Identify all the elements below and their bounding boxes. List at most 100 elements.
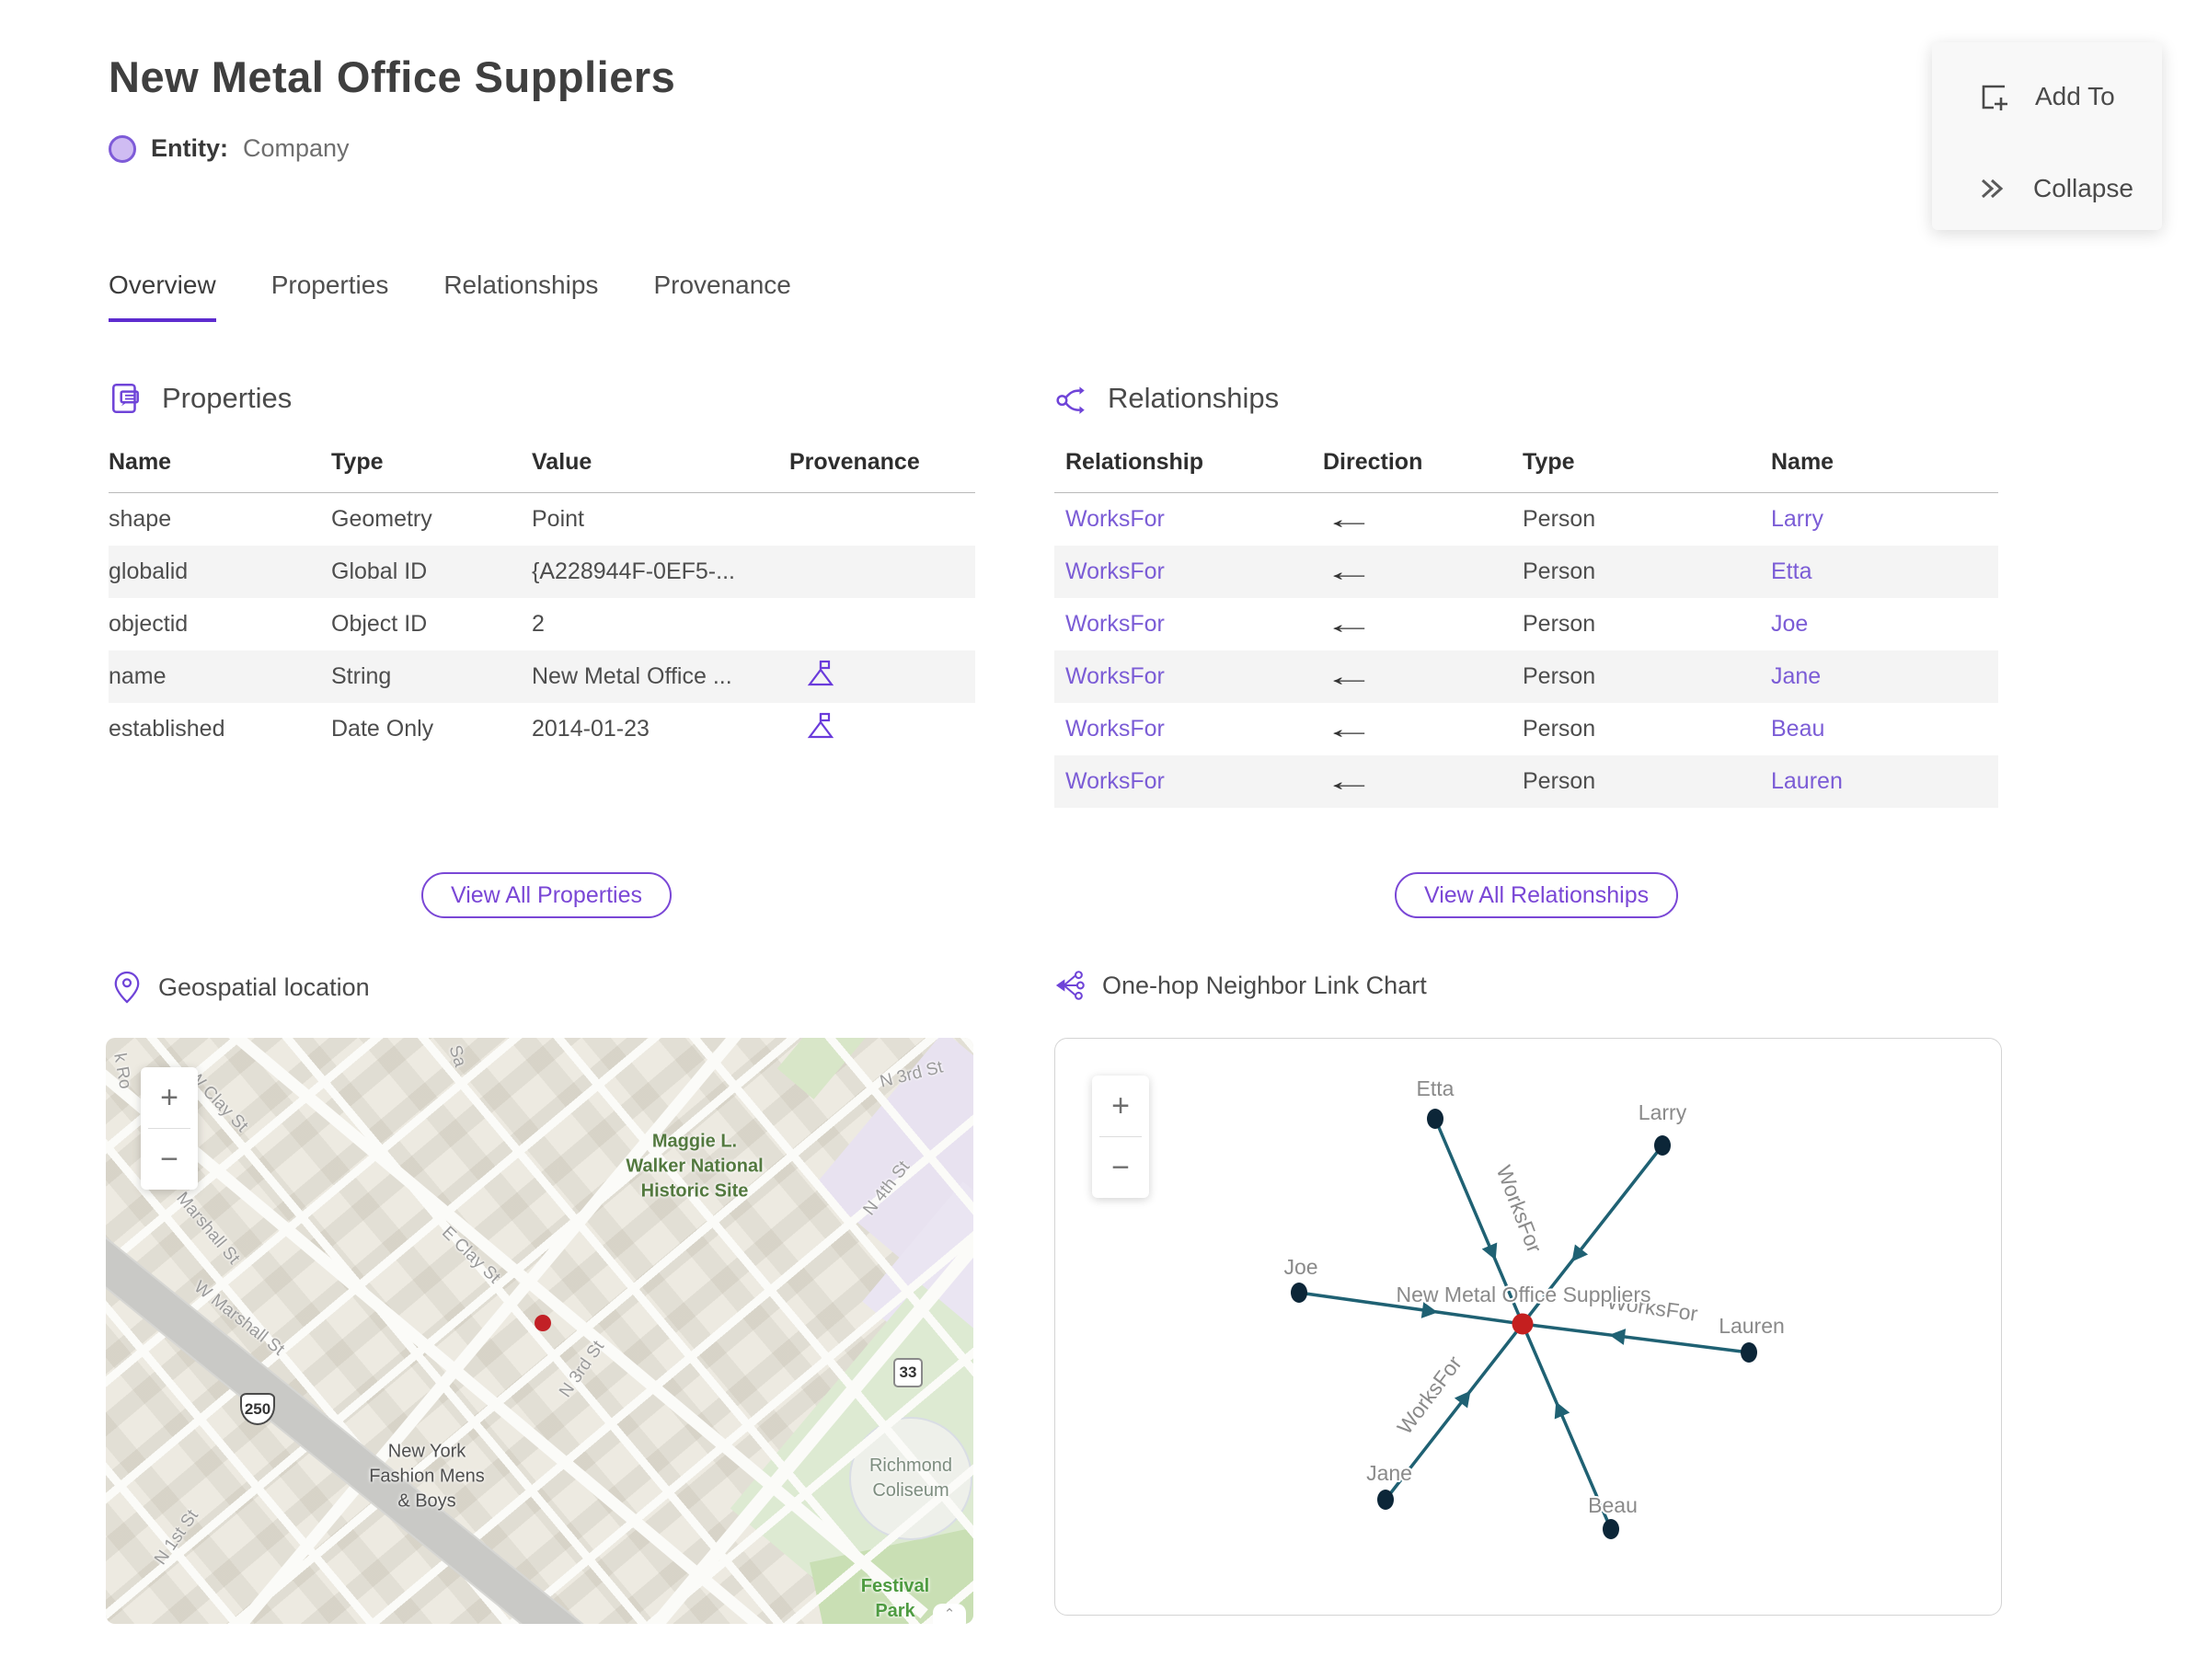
map-zoom-in-button[interactable]: + <box>141 1067 198 1128</box>
node-joe <box>1291 1283 1307 1303</box>
relationships-table-header: Relationship Direction Type Name <box>1054 440 1998 493</box>
relationship-link[interactable]: WorksFor <box>1054 558 1323 585</box>
page-title: New Metal Office Suppliers <box>109 52 676 101</box>
place-label-festival-park: Festival Park <box>860 1576 930 1621</box>
tab-properties[interactable]: Properties <box>271 270 389 322</box>
table-row: WorksFor ← Person Beau <box>1054 703 1998 755</box>
collapse-icon <box>1981 178 2004 199</box>
relationship-link[interactable]: WorksFor <box>1054 716 1323 742</box>
table-row: globalid Global ID {A228944F-0EF5-... <box>109 546 975 598</box>
prop-value: Point <box>532 506 584 532</box>
relationship-link[interactable]: WorksFor <box>1054 768 1323 795</box>
prop-name: objectid <box>109 611 189 637</box>
tab-overview[interactable]: Overview <box>109 270 216 322</box>
relationships-section-header: Relationships <box>1054 381 1279 416</box>
view-all-relationships-button[interactable]: View All Relationships <box>1395 872 1679 918</box>
entity-link[interactable]: Jane <box>1771 663 1998 690</box>
relationship-link[interactable]: WorksFor <box>1054 506 1323 533</box>
node-jane <box>1377 1490 1394 1510</box>
table-row: WorksFor ← Person Larry <box>1054 493 1998 546</box>
properties-icon <box>112 383 139 414</box>
action-menu: Add To Collapse <box>1932 42 2162 230</box>
col-value: Value <box>532 449 592 475</box>
linkchart-section-header: One-hop Neighbor Link Chart <box>1054 970 1427 1001</box>
properties-section-title: Properties <box>162 382 293 414</box>
col-provenance: Provenance <box>789 449 920 475</box>
direction-arrow: ← <box>1323 713 1375 744</box>
prop-value: {A228944F-0EF5-... <box>532 558 735 584</box>
map-zoom-control: + − <box>141 1067 198 1190</box>
relationships-section-title: Relationships <box>1108 382 1280 414</box>
linkchart-section-title: One-hop Neighbor Link Chart <box>1102 971 1427 999</box>
map-pin-icon <box>114 971 140 1004</box>
provenance-flag-icon[interactable] <box>806 711 835 741</box>
table-row: established Date Only 2014-01-23 <box>109 703 975 755</box>
chart-zoom-control: + − <box>1092 1076 1149 1198</box>
tab-bar: Overview Properties Relationships Proven… <box>109 270 791 322</box>
properties-table: Name Type Value Provenance shape Geometr… <box>109 440 975 755</box>
geospatial-section-header: Geospatial location <box>112 970 370 1005</box>
node-labels: Etta Larry Joe Lauren Jane Beau New Meta… <box>1282 1075 1786 1519</box>
rel-type: Person <box>1523 506 1596 532</box>
chart-zoom-in-button[interactable]: + <box>1092 1076 1149 1136</box>
node-larry <box>1654 1135 1671 1156</box>
geospatial-map[interactable]: k Ro W Clay St Sa N 3rd St N 4th St Mars… <box>106 1038 973 1624</box>
add-to-label: Add To <box>2035 82 2115 110</box>
chart-zoom-out-button[interactable]: − <box>1092 1137 1149 1198</box>
rel-type: Person <box>1523 768 1596 794</box>
direction-arrow: ← <box>1323 556 1375 587</box>
table-row: WorksFor ← Person Lauren <box>1054 755 1998 808</box>
table-row: WorksFor ← Person Etta <box>1054 546 1998 598</box>
properties-section-header: Properties <box>109 381 292 416</box>
prop-type: Geometry <box>331 506 432 532</box>
prop-name: shape <box>109 506 172 532</box>
prop-name: established <box>109 716 225 742</box>
col-name: Name <box>109 449 172 475</box>
direction-arrow: ← <box>1323 608 1375 639</box>
entity-link[interactable]: Joe <box>1771 611 1998 638</box>
entity-link[interactable]: Beau <box>1771 716 1998 742</box>
entity-link[interactable]: Etta <box>1771 558 1998 585</box>
node-label: Lauren <box>1719 1314 1785 1338</box>
collapse-button[interactable]: Collapse <box>1932 155 2162 223</box>
view-all-properties-button[interactable]: View All Properties <box>421 872 672 918</box>
node-lauren <box>1741 1342 1757 1363</box>
rel-type: Person <box>1523 716 1596 742</box>
entity-type-icon <box>109 134 136 163</box>
relationship-link[interactable]: WorksFor <box>1054 611 1323 638</box>
table-row: WorksFor ← Person Jane <box>1054 650 1998 703</box>
provenance-flag-icon[interactable] <box>806 659 835 688</box>
rel-type: Person <box>1523 558 1596 584</box>
center-node-label: New Metal Office Suppliers <box>1397 1283 1651 1306</box>
place-label-store: New York Fashion Mens & Boys <box>369 1441 485 1512</box>
tab-relationships[interactable]: Relationships <box>443 270 598 322</box>
col-relationship: Relationship <box>1065 449 1204 475</box>
col-name: Name <box>1771 449 1834 475</box>
direction-arrow: ← <box>1323 765 1375 797</box>
place-label-coliseum: Richmond Coliseum <box>868 1456 953 1501</box>
direction-arrow: ← <box>1323 503 1375 535</box>
map-attribution-toggle[interactable]: ⌃ <box>933 1604 966 1624</box>
add-to-button[interactable]: Add To <box>1932 63 2162 131</box>
place-label-historic-site: Maggie L. Walker National Historic Site <box>626 1131 764 1202</box>
center-node[interactable] <box>1512 1313 1534 1335</box>
properties-table-header: Name Type Value Provenance <box>109 440 975 493</box>
entity-summary: Entity: Company <box>109 134 350 163</box>
tab-provenance[interactable]: Provenance <box>653 270 790 322</box>
prop-name: globalid <box>109 558 189 584</box>
map-zoom-out-button[interactable]: − <box>141 1129 198 1190</box>
route-shield-33: 33 <box>893 1358 923 1387</box>
entity-link[interactable]: Lauren <box>1771 768 1998 795</box>
geospatial-section-title: Geospatial location <box>158 972 370 1001</box>
col-direction: Direction <box>1323 449 1423 475</box>
one-hop-link-chart[interactable]: WorksFor WorksFor WorksFor Etta Larry Jo… <box>1054 1038 2002 1616</box>
edge-label: WorksFor <box>1392 1351 1466 1438</box>
node-label: Joe <box>1283 1255 1317 1279</box>
node-label: Etta <box>1417 1076 1455 1100</box>
entity-location-marker[interactable] <box>535 1315 551 1331</box>
entity-link[interactable]: Larry <box>1771 506 1998 533</box>
relationship-link[interactable]: WorksFor <box>1054 663 1323 690</box>
link-chart-icon <box>1055 971 1085 1000</box>
node-beau <box>1603 1519 1619 1539</box>
prop-value: 2014-01-23 <box>532 716 650 742</box>
